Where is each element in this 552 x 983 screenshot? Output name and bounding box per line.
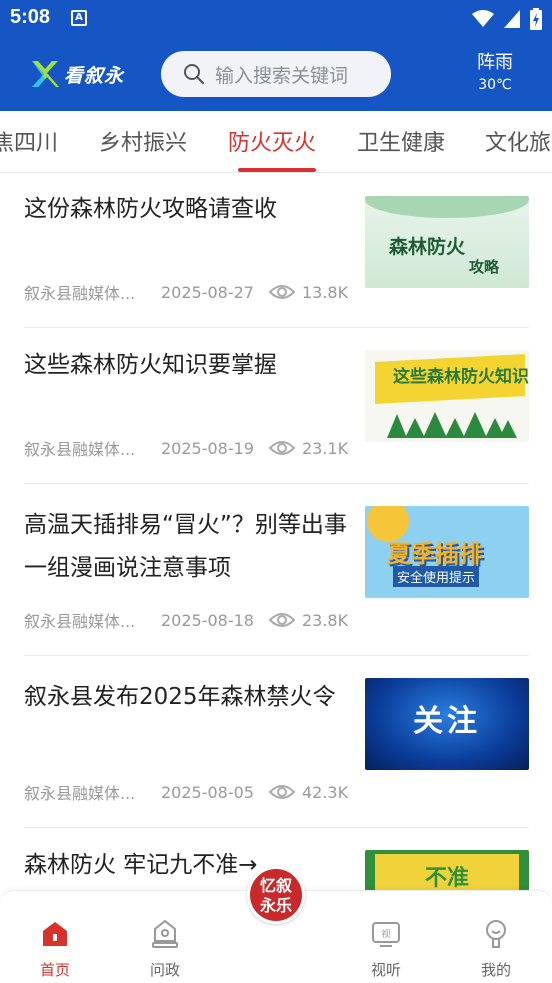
tv-icon: 视	[372, 922, 400, 947]
battery-icon	[530, 8, 542, 30]
article-date: 2025-08-19	[161, 438, 254, 458]
thumbnail-text: 攻略	[469, 258, 500, 276]
nav-politics[interactable]: 问政	[130, 919, 200, 980]
article-thumbnail[interactable]: 关注	[365, 678, 529, 770]
profile-icon	[486, 920, 506, 948]
article-title[interactable]: 这些森林防火知识要掌握	[24, 344, 354, 387]
thumbnail-decoration	[365, 196, 529, 218]
nav-label: 我的	[480, 961, 511, 979]
nav-profile[interactable]: 我的	[461, 919, 531, 980]
thumbnail-text: 安全使用提示	[393, 566, 480, 587]
thumbnail-text: 不准	[424, 866, 469, 891]
eye-icon	[268, 785, 296, 799]
center-logo-button[interactable]: 忆叙永乐	[247, 866, 305, 924]
article-views: 42.3K	[301, 782, 349, 802]
article-thumbnail[interactable]: 这些森林防火知识	[365, 350, 529, 442]
status-time: 5:08	[10, 6, 51, 28]
trees-illustration	[387, 412, 517, 438]
eye-icon	[268, 441, 296, 455]
article-meta: 叙永县融媒体... 2025-08-18 23.8K	[24, 608, 354, 632]
article-meta: 叙永县融媒体... 2025-08-05 42.3K	[24, 780, 354, 804]
article-item[interactable]: 叙永县发布2025年森林禁火令 叙永县融媒体... 2025-08-05 42.…	[24, 656, 529, 828]
search-input[interactable]: 输入搜索关键词	[161, 51, 391, 97]
tab-health[interactable]: 卫生健康	[357, 125, 445, 157]
article-views: 23.1K	[301, 438, 349, 458]
search-placeholder: 输入搜索关键词	[215, 64, 349, 87]
nav-home[interactable]: 首页	[20, 919, 90, 980]
signal-icon	[504, 10, 520, 28]
weather-condition: 阵雨	[477, 52, 513, 73]
article-date: 2025-08-05	[161, 782, 254, 802]
article-source: 叙永县融媒体...	[24, 440, 136, 459]
article-date: 2025-08-27	[161, 282, 254, 302]
status-bar: 5:08 A	[0, 0, 552, 38]
app-logo[interactable]: 看叙永	[30, 54, 134, 94]
article-title[interactable]: 森林防火 牢记九不准→	[24, 844, 354, 887]
center-badge-text: 忆叙永乐	[259, 876, 292, 915]
thumbnail-text: 这些森林防火知识	[393, 367, 529, 387]
politics-icon	[152, 919, 178, 948]
article-meta: 叙永县融媒体... 2025-08-27 13.8K	[24, 280, 354, 304]
eye-icon	[268, 285, 296, 299]
tab-rural-revitalization[interactable]: 乡村振兴	[99, 125, 187, 157]
article-item[interactable]: 这些森林防火知识要掌握 叙永县融媒体... 2025-08-19 23.1K 这…	[24, 328, 529, 484]
weather-widget[interactable]: 阵雨 30℃	[466, 48, 524, 93]
notification-icon: A	[71, 10, 87, 26]
article-source: 叙永县融媒体...	[24, 612, 136, 631]
nav-label: 视听	[370, 961, 401, 979]
thumbnail-text: 森林防火	[389, 236, 466, 258]
system-icons	[472, 8, 542, 30]
article-thumbnail[interactable]: 夏季插排 安全使用提示	[365, 506, 529, 598]
tab-culture-tourism[interactable]: 文化旅	[485, 125, 551, 157]
active-tab-indicator	[238, 168, 316, 172]
tab-fire-prevention[interactable]: 防火灭火	[228, 125, 316, 157]
article-source: 叙永县融媒体...	[24, 784, 136, 803]
article-views: 13.8K	[301, 282, 349, 302]
eye-icon	[268, 613, 296, 627]
weather-temperature: 30℃	[478, 77, 512, 93]
nav-label: 问政	[149, 961, 180, 979]
article-date: 2025-08-18	[161, 610, 254, 630]
wifi-icon	[472, 10, 494, 27]
article-title[interactable]: 这份森林防火攻略请查收	[24, 188, 354, 231]
search-icon	[184, 64, 205, 85]
thumbnail-text: 关注	[413, 704, 481, 739]
article-title[interactable]: 叙永县发布2025年森林禁火令	[24, 676, 354, 719]
logo-mark-icon	[32, 61, 59, 87]
nav-media[interactable]: 视 视听	[351, 919, 421, 980]
article-item[interactable]: 高温天插排易“冒火”？别等出事 一组漫画说注意事项 叙永县融媒体... 2025…	[24, 484, 529, 656]
logo-text: 看叙永	[64, 64, 125, 87]
thumbnail-text: 夏季插排	[387, 540, 483, 568]
article-title[interactable]: 高温天插排易“冒火”？别等出事 一组漫画说注意事项	[24, 504, 354, 590]
tab-sichuan[interactable]: 焦四川	[0, 125, 58, 157]
app-header: 看叙永 输入搜索关键词 阵雨 30℃	[0, 38, 552, 111]
article-source: 叙永县融媒体...	[24, 284, 136, 303]
article-meta: 叙永县融媒体... 2025-08-19 23.1K	[24, 436, 354, 460]
article-views: 23.8K	[301, 610, 349, 630]
article-item[interactable]: 这份森林防火攻略请查收 叙永县融媒体... 2025-08-27 13.8K 森…	[24, 188, 529, 328]
svg-text:视: 视	[381, 928, 390, 940]
nav-label: 首页	[39, 961, 70, 979]
home-icon	[43, 922, 67, 946]
article-thumbnail[interactable]: 森林防火 攻略	[365, 196, 529, 288]
category-tabs: 焦四川 乡村振兴 防火灭火 卫生健康 文化旅	[0, 111, 552, 173]
